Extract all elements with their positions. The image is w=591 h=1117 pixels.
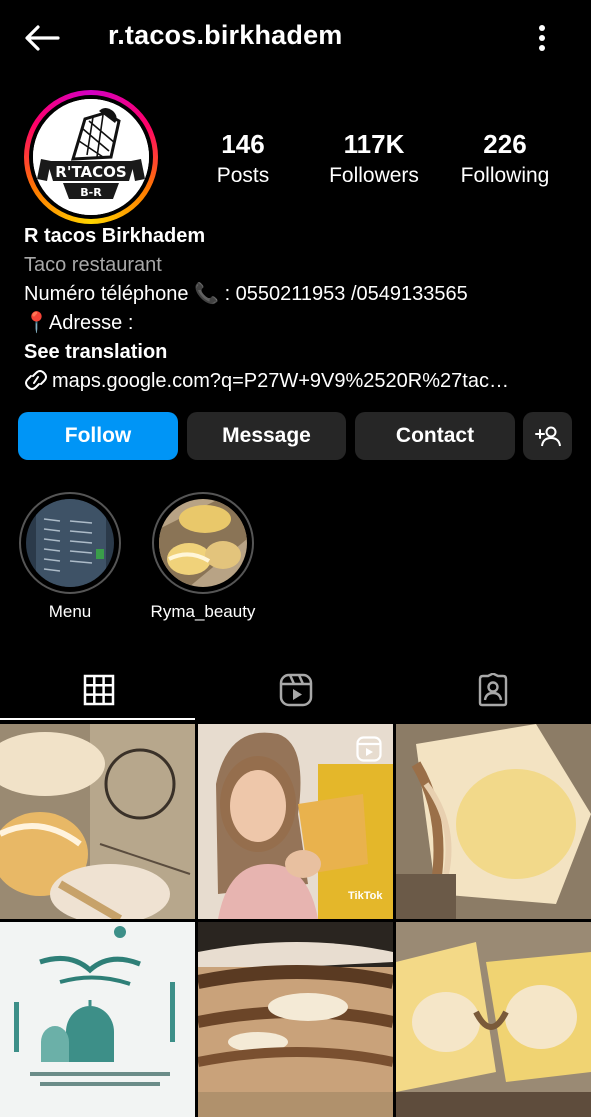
stat-value: 146 xyxy=(221,129,265,159)
highlight-label: Menu xyxy=(48,602,92,621)
top-bar: r.tacos.birkhadem xyxy=(0,0,591,76)
active-tab-indicator xyxy=(0,718,195,720)
tab-posts-grid[interactable] xyxy=(0,660,197,720)
reels-icon xyxy=(279,673,312,707)
add-person-icon xyxy=(534,426,561,447)
logo-text: R'TACOS xyxy=(55,163,126,181)
stat-label: Posts xyxy=(216,164,270,187)
back-arrow-icon[interactable] xyxy=(22,22,62,54)
profile-name: R tacos Birkhadem xyxy=(24,225,206,247)
stat-value: 226 xyxy=(483,129,527,159)
see-translation-link[interactable]: See translation xyxy=(24,338,167,367)
link-icon xyxy=(25,370,47,390)
suggested-people-button[interactable] xyxy=(523,412,572,460)
bio-link[interactable]: maps.google.com?q=P27W+9V9%2520R%27tac… xyxy=(24,367,509,396)
grid-icon xyxy=(83,674,114,706)
following-count[interactable]: 226 Following xyxy=(455,128,555,192)
reel-indicator-icon xyxy=(356,736,382,762)
post-thumbnail[interactable] xyxy=(0,922,195,1117)
post-thumbnail[interactable] xyxy=(396,724,591,919)
profile-username: r.tacos.birkhadem xyxy=(108,20,343,50)
tab-reels[interactable] xyxy=(197,660,394,720)
post-thumbnail[interactable] xyxy=(396,922,591,1117)
rtacos-logo: R'TACOS B-R xyxy=(33,99,149,215)
avatar: R'TACOS B-R xyxy=(33,99,149,215)
message-button[interactable]: Message xyxy=(187,412,346,460)
bio-link-text: maps.google.com?q=P27W+9V9%2520R%27tac… xyxy=(52,370,509,392)
stat-label: Followers xyxy=(329,164,419,187)
posts-count[interactable]: 146 Posts xyxy=(196,128,290,192)
post-thumbnail-reel[interactable]: TikTok xyxy=(198,724,393,919)
bio-phone: Numéro téléphone 📞 : 0550211953 /0549133… xyxy=(24,283,468,305)
highlight-menu[interactable]: Menu xyxy=(19,492,121,622)
highlight-label: Ryma_beauty xyxy=(150,602,256,621)
profile-tabs xyxy=(0,660,591,720)
bio-address: 📍Adresse : xyxy=(24,312,134,334)
highlight-ryma-beauty[interactable]: Ryma_beauty xyxy=(147,492,259,622)
follow-button[interactable]: Follow xyxy=(18,412,178,460)
logo-subtext: B-R xyxy=(80,186,102,199)
post-thumbnail[interactable] xyxy=(198,922,393,1117)
tagged-icon xyxy=(478,673,507,707)
stat-label: Following xyxy=(460,164,550,187)
contact-button[interactable]: Contact xyxy=(355,412,515,460)
stat-value: 117K xyxy=(343,129,405,159)
more-options-icon[interactable] xyxy=(530,22,554,54)
post-thumbnail[interactable] xyxy=(0,724,195,919)
tab-tagged[interactable] xyxy=(394,660,591,720)
highlight-thumbnail xyxy=(159,499,247,587)
followers-count[interactable]: 117K Followers xyxy=(322,128,426,192)
highlight-thumbnail xyxy=(26,499,114,587)
story-ring[interactable]: R'TACOS B-R xyxy=(24,90,158,224)
tiktok-watermark: TikTok xyxy=(348,890,383,902)
profile-category: Taco restaurant xyxy=(24,254,162,276)
